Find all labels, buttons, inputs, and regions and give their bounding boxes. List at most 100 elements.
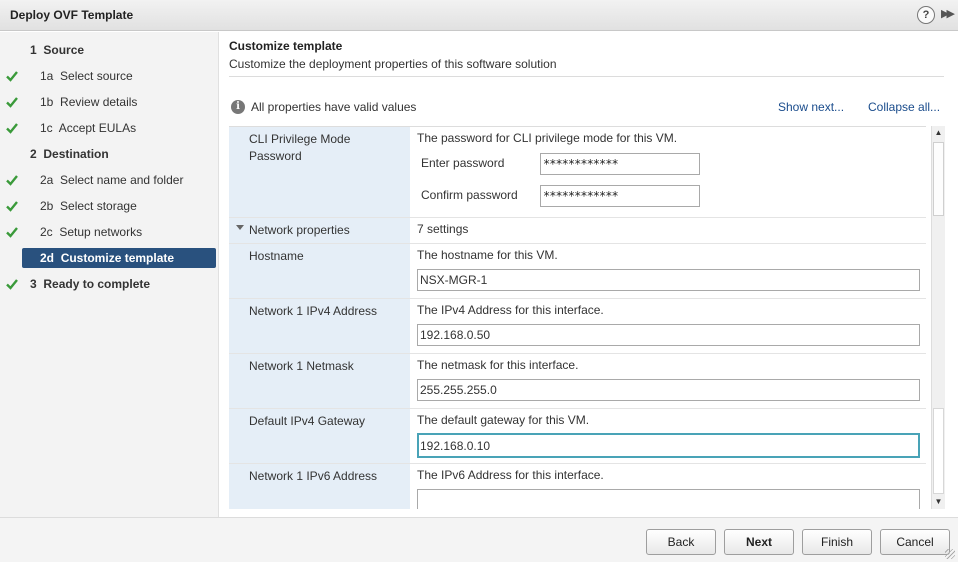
step-2a-select-name-folder[interactable]: 2a Select name and folder <box>22 170 216 190</box>
step-label: Accept EULAs <box>58 121 137 135</box>
property-row-ipv6-address: Network 1 IPv6 Address The IPv6 Address … <box>229 464 926 509</box>
property-label: Network 1 IPv4 Address <box>229 299 410 353</box>
resize-grip-icon[interactable] <box>945 549 955 559</box>
netmask-input[interactable] <box>417 379 920 401</box>
property-label: Default IPv4 Gateway <box>229 409 410 463</box>
wizard-footer: Back Next Finish Cancel <box>0 517 958 562</box>
step-1b-review-details[interactable]: 1b Review details <box>22 92 216 112</box>
check-icon <box>6 123 18 134</box>
scroll-down-icon[interactable]: ▼ <box>932 495 945 509</box>
info-icon: i <box>231 100 245 114</box>
property-label: Network 1 Netmask <box>229 354 410 408</box>
customize-template-panel: Customize template Customize the deploym… <box>220 32 958 517</box>
page-subtitle: Customize the deployment properties of t… <box>229 57 557 71</box>
check-icon <box>6 227 18 238</box>
property-value: The IPv4 Address for this interface. <box>410 299 926 353</box>
step-number: 1b <box>40 95 54 109</box>
step-number: 1c <box>40 121 53 135</box>
property-description: The hostname for this VM. <box>417 248 558 262</box>
enter-password-label: Enter password <box>421 156 505 170</box>
step-1-source: 1 Source <box>22 40 216 60</box>
properties-scrollbar[interactable]: ▲ ▼ <box>931 126 945 509</box>
chevron-down-icon[interactable] <box>236 225 244 230</box>
scroll-up-icon[interactable]: ▲ <box>932 126 945 140</box>
property-value: The hostname for this VM. <box>410 244 926 298</box>
step-number: 2c <box>40 225 53 239</box>
gateway-input[interactable] <box>417 433 920 458</box>
property-value: The default gateway for this VM. <box>410 409 926 463</box>
scrollbar-track[interactable] <box>933 408 944 494</box>
step-1c-accept-eulas[interactable]: 1c Accept EULAs <box>22 118 216 138</box>
step-number: 3 <box>30 277 37 291</box>
property-row-cli-password: CLI Privilege Mode Password The password… <box>229 127 926 218</box>
ipv6-address-input[interactable] <box>417 489 920 509</box>
step-number: 2 <box>30 147 37 161</box>
properties-grid: CLI Privilege Mode Password The password… <box>229 126 926 509</box>
step-number: 1 <box>30 43 37 57</box>
property-description: The IPv6 Address for this interface. <box>417 468 604 482</box>
property-value: The netmask for this interface. <box>410 354 926 408</box>
step-label: Source <box>43 43 85 57</box>
group-count: 7 settings <box>417 222 469 236</box>
collapse-all-link[interactable]: Collapse all... <box>868 100 940 114</box>
property-row-netmask: Network 1 Netmask The netmask for this i… <box>229 354 926 409</box>
expand-icon[interactable]: ▶▶ <box>941 7 955 20</box>
hostname-input[interactable] <box>417 269 920 291</box>
property-label: CLI Privilege Mode Password <box>229 127 410 217</box>
scrollbar-thumb[interactable] <box>933 142 944 216</box>
step-2c-setup-networks[interactable]: 2c Setup networks <box>22 222 216 242</box>
check-icon <box>6 97 18 108</box>
property-group-network[interactable]: Network properties 7 settings <box>229 218 926 244</box>
validation-status: All properties have valid values <box>251 100 417 114</box>
property-description: The netmask for this interface. <box>417 358 579 372</box>
window-title: Deploy OVF Template <box>10 8 134 22</box>
step-label: Setup networks <box>59 225 143 239</box>
step-2-destination: 2 Destination <box>22 144 216 164</box>
ipv4-address-input[interactable] <box>417 324 920 346</box>
back-button[interactable]: Back <box>646 529 716 555</box>
property-description: The password for CLI privilege mode for … <box>417 131 678 145</box>
confirm-password-label: Confirm password <box>421 188 518 202</box>
step-number: 2b <box>40 199 54 213</box>
group-label: Network properties <box>249 223 350 237</box>
step-label: Review details <box>60 95 138 109</box>
step-number: 2d <box>40 251 55 265</box>
title-bar: Deploy OVF Template ? ▶▶ <box>0 0 958 31</box>
step-number: 1a <box>40 69 54 83</box>
page-title: Customize template <box>229 39 343 53</box>
show-next-link[interactable]: Show next... <box>778 100 844 114</box>
confirm-password-field[interactable] <box>540 185 700 207</box>
enter-password-field[interactable] <box>540 153 700 175</box>
finish-button[interactable]: Finish <box>802 529 872 555</box>
property-row-ipv4-address: Network 1 IPv4 Address The IPv4 Address … <box>229 299 926 354</box>
property-value: The password for CLI privilege mode for … <box>410 127 926 217</box>
step-label: Destination <box>43 147 109 161</box>
step-1a-select-source[interactable]: 1a Select source <box>22 66 216 86</box>
property-row-gateway: Default IPv4 Gateway The default gateway… <box>229 409 926 464</box>
wizard-steps-sidebar: 1 Source 1a Select source 1b Review deta… <box>0 32 219 517</box>
next-button[interactable]: Next <box>724 529 794 555</box>
property-description: The default gateway for this VM. <box>417 413 590 427</box>
property-row-hostname: Hostname The hostname for this VM. <box>229 244 926 299</box>
cancel-button[interactable]: Cancel <box>880 529 950 555</box>
step-label: Select storage <box>60 199 137 213</box>
check-icon <box>6 175 18 186</box>
help-icon[interactable]: ? <box>917 6 935 24</box>
step-label: Ready to complete <box>43 277 151 291</box>
step-3-ready-to-complete[interactable]: 3 Ready to complete <box>22 274 216 294</box>
divider <box>229 76 944 77</box>
property-value: The IPv6 Address for this interface. <box>410 464 926 509</box>
property-label: Hostname <box>229 244 410 298</box>
check-icon <box>6 279 18 290</box>
step-2d-customize-template[interactable]: 2d Customize template <box>22 248 216 268</box>
step-label: Customize template <box>60 251 175 265</box>
group-label-cell: Network properties <box>229 218 410 243</box>
property-description: The IPv4 Address for this interface. <box>417 303 604 317</box>
check-icon <box>6 201 18 212</box>
step-2b-select-storage[interactable]: 2b Select storage <box>22 196 216 216</box>
property-label: Network 1 IPv6 Address <box>229 464 410 509</box>
step-number: 2a <box>40 173 54 187</box>
group-count-cell: 7 settings <box>410 218 926 243</box>
check-icon <box>6 71 18 82</box>
step-label: Select name and folder <box>60 173 184 187</box>
